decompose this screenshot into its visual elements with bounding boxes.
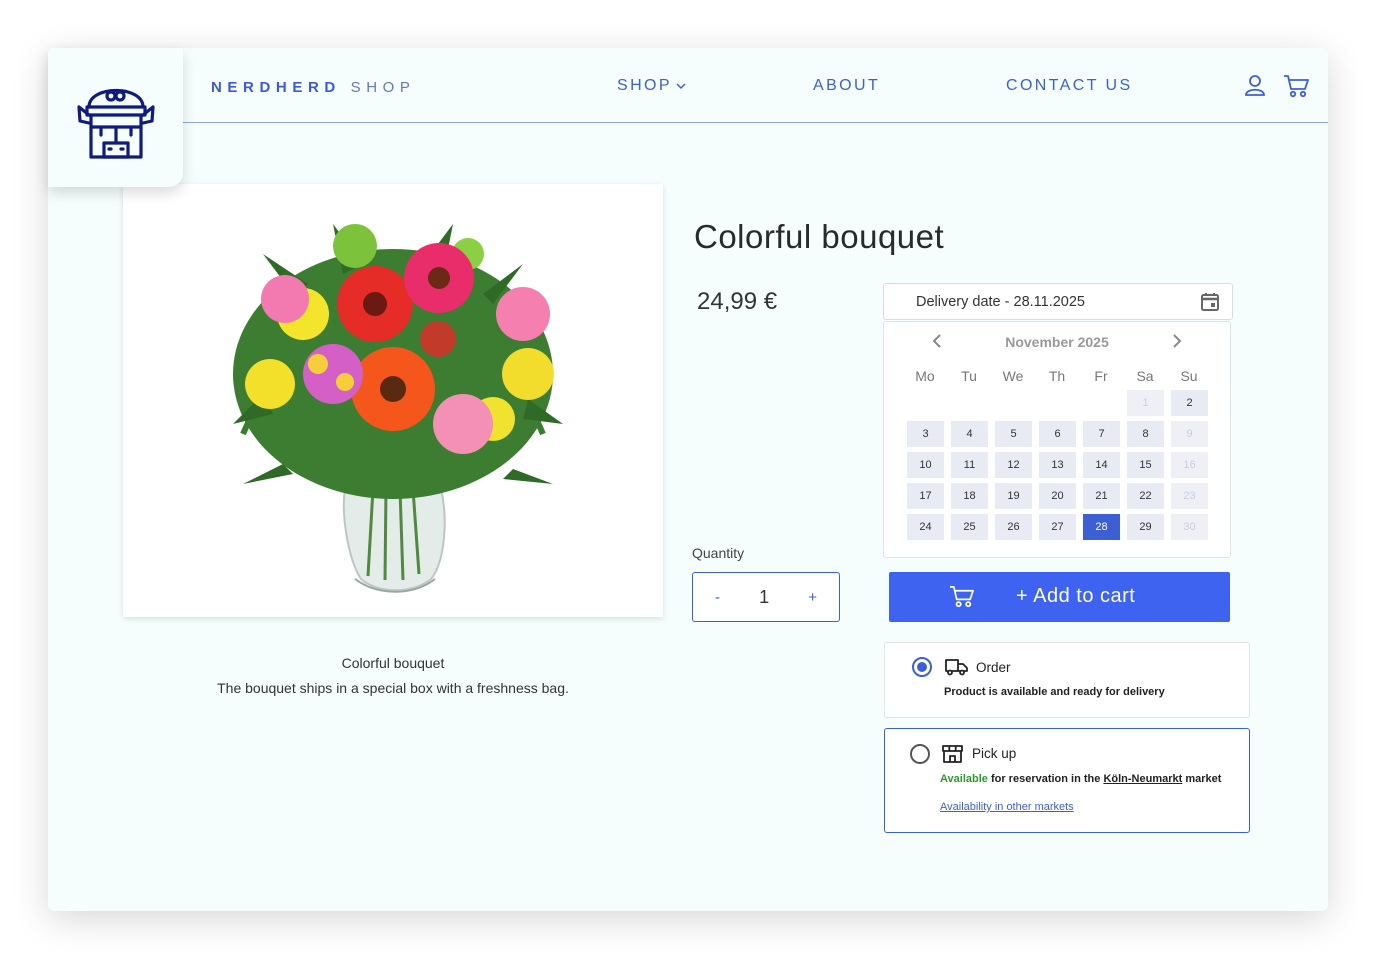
weekday-label: Sa bbox=[1136, 368, 1154, 384]
calendar-day: 30 bbox=[1171, 514, 1208, 540]
nav-contact[interactable]: CONTACT US bbox=[1006, 77, 1133, 95]
calendar-day[interactable]: 13 bbox=[1039, 452, 1076, 478]
calendar-day[interactable]: 2 bbox=[1171, 390, 1208, 416]
calendar-day[interactable]: 7 bbox=[1083, 421, 1120, 447]
pickup-desc-mid: for reservation in the bbox=[987, 773, 1104, 785]
calendar-day[interactable]: 27 bbox=[1039, 514, 1076, 540]
calendar-day[interactable]: 18 bbox=[951, 483, 988, 509]
option-order[interactable]: Order Product is available and ready for… bbox=[884, 642, 1250, 718]
calendar-day[interactable]: 25 bbox=[951, 514, 988, 540]
quantity-plus-button[interactable]: + bbox=[808, 589, 817, 606]
availability-link[interactable]: Availability in other markets bbox=[940, 801, 1074, 813]
product-price: 24,99 € bbox=[697, 288, 778, 315]
product-title: Colorful bouquet bbox=[694, 218, 945, 255]
calendar-day: 1 bbox=[1127, 390, 1164, 416]
pickup-radio[interactable] bbox=[910, 744, 930, 764]
calendar-day[interactable]: 19 bbox=[995, 483, 1032, 509]
nav-about[interactable]: ABOUT bbox=[813, 77, 880, 95]
quantity-label: Quantity bbox=[692, 545, 745, 561]
bouquet-illustration bbox=[233, 224, 563, 593]
calendar-day[interactable]: 12 bbox=[995, 452, 1032, 478]
site-header: NERDHERD SHOP SHOP ABOUT CONTACT US bbox=[183, 48, 1328, 123]
calendar-day: 23 bbox=[1171, 483, 1208, 509]
truck-icon bbox=[945, 659, 968, 676]
weekday-label: Mo bbox=[915, 368, 935, 384]
calendar-day: 16 bbox=[1171, 452, 1208, 478]
calendar-day[interactable]: 24 bbox=[907, 514, 944, 540]
logo[interactable] bbox=[48, 48, 183, 187]
user-icon[interactable] bbox=[1244, 74, 1266, 96]
weekday-label: Tu bbox=[961, 368, 977, 384]
date-picker-calendar: November 2025 Mo Tu We Th Fr Sa Su 1 2 3 4 5 6 7 8 9 10 1… bbox=[883, 321, 1231, 558]
quantity-stepper: - 1 + bbox=[692, 572, 840, 622]
store-icon bbox=[942, 745, 963, 763]
next-month-icon[interactable] bbox=[1170, 333, 1184, 349]
chevron-down-icon bbox=[676, 83, 686, 90]
calendar-day[interactable]: 17 bbox=[907, 483, 944, 509]
delivery-date-text: Delivery date - 28.11.2025 bbox=[916, 294, 1086, 310]
pickup-title: Pick up bbox=[972, 746, 1017, 761]
order-title: Order bbox=[976, 660, 1011, 675]
calendar-day-selected[interactable]: 28 bbox=[1083, 514, 1120, 540]
weekday-label: Th bbox=[1048, 368, 1066, 384]
nav-shop[interactable]: SHOP bbox=[617, 77, 686, 95]
product-image bbox=[123, 184, 663, 617]
option-pickup[interactable]: Pick up Available for reservation in the… bbox=[884, 728, 1250, 833]
caption-text: The bouquet ships in a special box with … bbox=[217, 680, 569, 696]
weekday-label: We bbox=[1002, 368, 1024, 384]
nav-shop-label: SHOP bbox=[617, 77, 672, 94]
available-text: Available bbox=[940, 773, 988, 785]
add-to-cart-button[interactable]: + Add to cart bbox=[889, 572, 1230, 622]
weekday-label: Fr bbox=[1094, 368, 1108, 384]
brand-name-bold: NERDHERD bbox=[211, 79, 341, 96]
weekday-label: Su bbox=[1180, 368, 1198, 384]
logo-bull-icon bbox=[76, 88, 155, 159]
calendar-day[interactable]: 29 bbox=[1127, 514, 1164, 540]
calendar-day[interactable]: 8 bbox=[1127, 421, 1164, 447]
order-radio[interactable] bbox=[912, 657, 932, 677]
calendar-day[interactable]: 3 bbox=[907, 421, 944, 447]
calendar-day: 9 bbox=[1171, 421, 1208, 447]
calendar-day[interactable]: 14 bbox=[1083, 452, 1120, 478]
calendar-day[interactable]: 11 bbox=[951, 452, 988, 478]
calendar-day[interactable]: 4 bbox=[951, 421, 988, 447]
delivery-date-field[interactable]: Delivery date - 28.11.2025 bbox=[883, 283, 1233, 320]
calendar-day[interactable]: 6 bbox=[1039, 421, 1076, 447]
calendar-day[interactable]: 10 bbox=[907, 452, 944, 478]
market-name[interactable]: Köln-Neumarkt bbox=[1103, 773, 1182, 785]
calendar-day[interactable]: 26 bbox=[995, 514, 1032, 540]
pickup-desc: Available for reservation in the Köln-Ne… bbox=[940, 773, 1221, 785]
order-desc: Product is available and ready for deliv… bbox=[944, 686, 1165, 698]
brand-name[interactable]: NERDHERD SHOP bbox=[211, 79, 416, 96]
quantity-minus-button[interactable]: - bbox=[715, 589, 720, 606]
calendar-day[interactable]: 15 bbox=[1127, 452, 1164, 478]
calendar-day[interactable]: 21 bbox=[1083, 483, 1120, 509]
cart-icon[interactable] bbox=[1283, 74, 1310, 99]
calendar-icon[interactable] bbox=[1200, 292, 1220, 312]
cart-icon bbox=[950, 586, 974, 608]
caption-title: Colorful bouquet bbox=[341, 655, 445, 671]
pickup-desc-end: market bbox=[1182, 773, 1222, 785]
calendar-day[interactable]: 22 bbox=[1127, 483, 1164, 509]
add-to-cart-label: + Add to cart bbox=[1016, 585, 1136, 607]
calendar-day[interactable]: 5 bbox=[995, 421, 1032, 447]
quantity-value[interactable]: 1 bbox=[759, 587, 769, 608]
calendar-day[interactable]: 20 bbox=[1039, 483, 1076, 509]
brand-name-light: SHOP bbox=[350, 79, 416, 96]
